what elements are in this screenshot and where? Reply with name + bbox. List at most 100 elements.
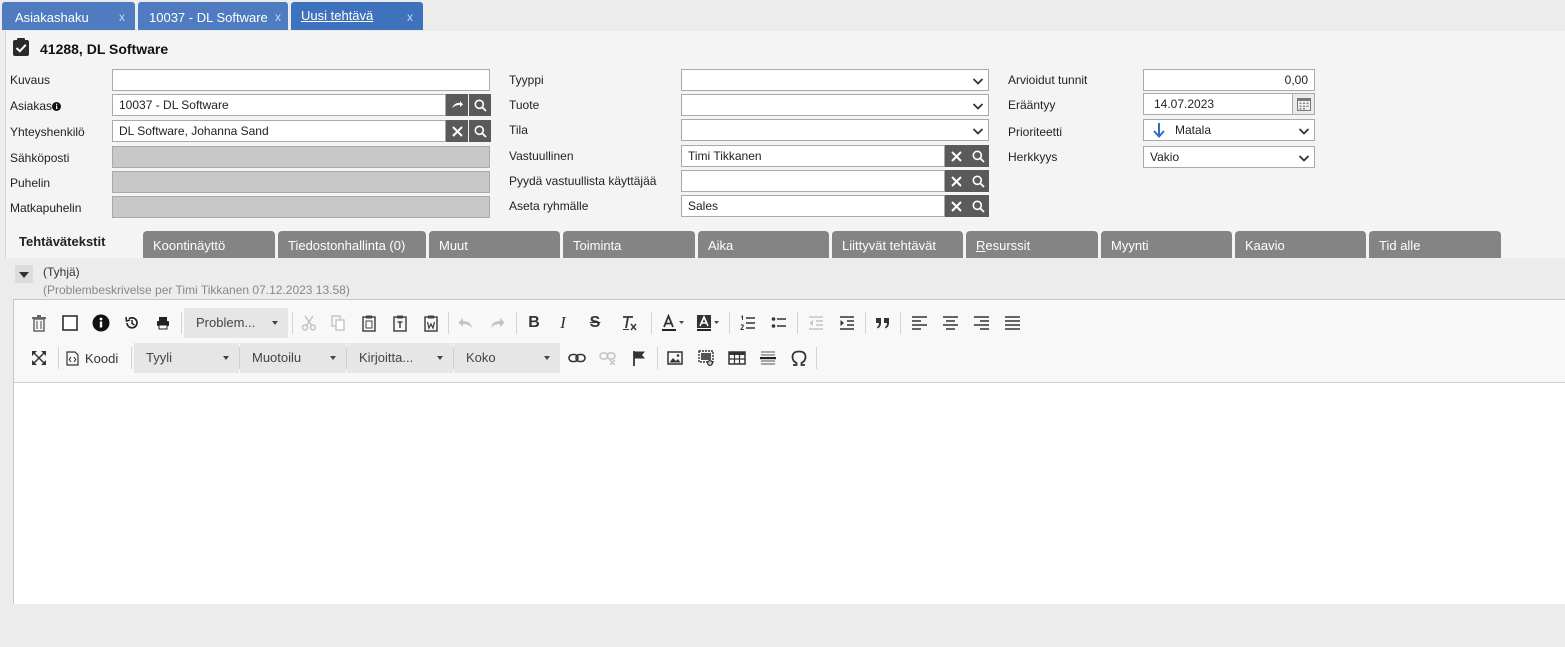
tab-muut[interactable]: Muut <box>429 231 560 258</box>
search-request-button[interactable] <box>967 170 989 192</box>
eraantyy-input[interactable]: 14.07.2023 <box>1143 93 1293 115</box>
chevron-down-icon <box>1298 155 1310 162</box>
asiakas-input[interactable]: 10037 - DL Software <box>112 94 446 116</box>
tab-liittyvat-tehtavat[interactable]: Liittyvät tehtävät <box>832 231 963 258</box>
doc-tab-customer[interactable]: 10037 - DL Software x <box>138 2 288 30</box>
tab-koontinaytto[interactable]: Koontinäyttö <box>143 231 275 258</box>
checkbox-icon[interactable] <box>59 312 81 334</box>
rich-text-editor[interactable]: Problem... B I S Koodi Tyyli Muotoilu Ki… <box>13 299 1565 604</box>
doc-tab-new-task[interactable]: Uusi tehtävä x <box>291 2 423 30</box>
close-icon <box>451 125 463 137</box>
aseta-ryhmalle-input[interactable]: Sales <box>681 195 945 217</box>
style-combo[interactable]: Tyyli <box>134 343 239 373</box>
close-tab-icon[interactable]: x <box>275 10 281 24</box>
clear-request-button[interactable] <box>945 170 967 192</box>
paste-icon[interactable] <box>358 312 380 334</box>
numbered-list-icon[interactable] <box>737 312 759 334</box>
insert-frame-icon[interactable] <box>695 347 717 369</box>
search-customer-button[interactable] <box>469 94 491 116</box>
unlink-icon[interactable] <box>597 347 619 369</box>
collapse-toggle[interactable] <box>15 265 33 283</box>
align-justify-icon[interactable] <box>1001 312 1023 334</box>
search-contact-button[interactable] <box>469 120 491 142</box>
dropdown-caret-icon <box>437 356 443 360</box>
empty-note-label: (Tyhjä) <box>43 265 80 279</box>
bullet-list-icon[interactable] <box>768 312 790 334</box>
tab-kaavio[interactable]: Kaavio <box>1235 231 1366 258</box>
align-center-icon[interactable] <box>939 312 961 334</box>
source-code-button[interactable]: Koodi <box>66 347 126 369</box>
paste-text-icon[interactable] <box>389 312 411 334</box>
note-meta-text: (Problembeskrivelse per Timi Tikkanen 07… <box>43 283 350 297</box>
indent-icon[interactable] <box>836 312 858 334</box>
italic-icon[interactable]: I <box>552 312 574 334</box>
tab-toiminta[interactable]: Toiminta <box>563 231 695 258</box>
calendar-button[interactable] <box>1292 93 1315 115</box>
align-left-icon[interactable] <box>908 312 930 334</box>
vastuullinen-input[interactable]: Timi Tikkanen <box>681 145 945 167</box>
maximize-icon[interactable] <box>28 347 50 369</box>
tuote-select[interactable] <box>681 94 989 116</box>
outdent-icon[interactable] <box>805 312 827 334</box>
label-tila: Tila <box>509 123 528 137</box>
tab-resurssit[interactable]: Resurssit <box>966 231 1098 258</box>
clear-contact-button[interactable] <box>446 120 468 142</box>
label-tuote: Tuote <box>509 98 540 112</box>
search-group-button[interactable] <box>967 195 989 217</box>
open-customer-button[interactable] <box>446 94 468 116</box>
table-icon[interactable] <box>726 347 748 369</box>
tab-tiedostonhallinta[interactable]: Tiedostonhallinta (0) <box>278 231 426 258</box>
clear-group-button[interactable] <box>945 195 967 217</box>
yhteyshenkilo-input[interactable]: DL Software, Johanna Sand <box>112 120 446 142</box>
tab-tehtavatekstit[interactable]: Tehtävätekstit <box>9 228 140 258</box>
tyyppi-select[interactable] <box>681 69 989 91</box>
kuvaus-input[interactable] <box>112 69 490 91</box>
horizontal-rule-icon[interactable] <box>757 347 779 369</box>
print-icon[interactable] <box>152 312 174 334</box>
bold-icon[interactable]: B <box>523 312 545 334</box>
clear-responsible-button[interactable] <box>945 145 967 167</box>
tab-aika[interactable]: Aika <box>698 231 829 258</box>
info-icon[interactable] <box>52 102 62 111</box>
format-combo[interactable]: Muotoilu <box>240 343 346 373</box>
style-combo-label: Tyyli <box>146 350 172 365</box>
label-prioriteetti: Prioriteetti <box>1008 125 1063 139</box>
pyyda-vastuullista-input[interactable] <box>681 170 945 192</box>
special-character-icon[interactable] <box>788 347 810 369</box>
tab-myynti[interactable]: Myynti <box>1101 231 1232 258</box>
paste-word-icon[interactable] <box>420 312 442 334</box>
prioriteetti-select[interactable]: Matala <box>1143 119 1315 141</box>
herkkyys-select[interactable]: Vakio <box>1143 146 1315 168</box>
dropdown-caret-icon <box>223 356 229 360</box>
close-tab-icon[interactable]: x <box>407 10 413 24</box>
triangle-down-icon <box>19 272 29 278</box>
image-icon[interactable] <box>664 347 686 369</box>
undo-icon[interactable] <box>455 312 477 334</box>
redo-icon[interactable] <box>486 312 508 334</box>
link-icon[interactable] <box>566 347 588 369</box>
doc-tab-asiakashaku[interactable]: Asiakashaku x <box>2 2 135 30</box>
close-icon <box>950 200 962 212</box>
template-combo[interactable]: Problem... <box>184 308 288 338</box>
info-circle-icon[interactable] <box>90 312 112 334</box>
text-color-icon[interactable] <box>660 312 688 334</box>
remove-format-icon[interactable] <box>619 312 641 334</box>
strikethrough-icon[interactable]: S <box>584 312 606 334</box>
font-combo[interactable]: Kirjoitta... <box>347 343 453 373</box>
search-responsible-button[interactable] <box>967 145 989 167</box>
size-combo[interactable]: Koko <box>454 343 560 373</box>
history-icon[interactable] <box>121 312 143 334</box>
toolbar-separator <box>865 312 866 334</box>
anchor-flag-icon[interactable] <box>628 347 650 369</box>
editor-content-area[interactable] <box>14 384 1565 604</box>
arvioidut-tunnit-input[interactable]: 0,00 <box>1143 69 1315 91</box>
close-tab-icon[interactable]: x <box>119 10 125 24</box>
cut-icon[interactable] <box>298 312 320 334</box>
tab-tid-alle[interactable]: Tid alle <box>1369 231 1501 258</box>
tila-select[interactable] <box>681 119 989 141</box>
blockquote-icon[interactable] <box>872 312 894 334</box>
trash-icon[interactable] <box>28 312 50 334</box>
background-color-icon[interactable] <box>695 312 723 334</box>
align-right-icon[interactable] <box>970 312 992 334</box>
copy-icon[interactable] <box>327 312 349 334</box>
